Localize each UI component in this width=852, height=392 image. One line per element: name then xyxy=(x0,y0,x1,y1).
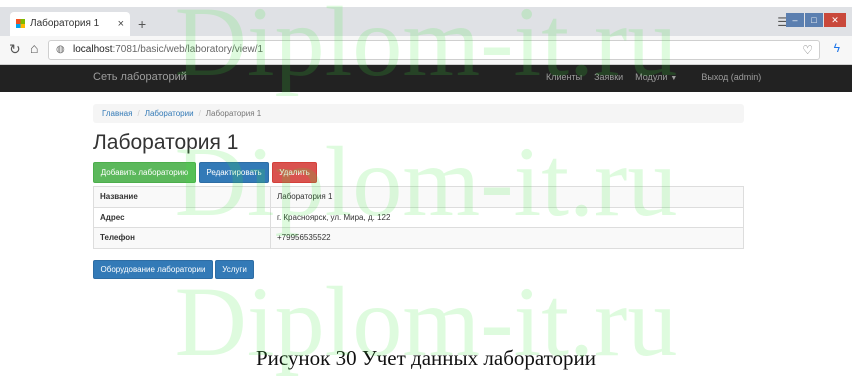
navbar-menu: Клиенты Заявки Модули ▼ Выход (admin) xyxy=(546,72,773,82)
browser-tab-bar: Лаборатория 1 × + ☰ – □ ✕ xyxy=(0,7,852,36)
breadcrumb-separator: / xyxy=(198,109,201,118)
figure-caption: Рисунок 30 Учет данных лаборатории xyxy=(255,346,597,370)
home-icon[interactable]: ⌂ xyxy=(30,40,38,56)
nav-item-clients[interactable]: Клиенты xyxy=(546,72,582,82)
favicon-icon xyxy=(16,19,25,28)
breadcrumb-current: Лаборатория 1 xyxy=(205,109,262,118)
url-input[interactable]: ◍ localhost:7081/basic/web/laboratory/vi… xyxy=(48,40,820,60)
window-close-icon[interactable]: ✕ xyxy=(824,13,846,27)
bookmark-heart-icon[interactable]: ♡ xyxy=(802,41,813,59)
tab-title: Лаборатория 1 xyxy=(30,18,100,29)
nav-item-logout[interactable]: Выход (admin) xyxy=(701,72,761,82)
extension-icon[interactable]: ϟ xyxy=(834,41,840,55)
add-laboratory-button[interactable]: Добавить лабораторию xyxy=(93,162,196,183)
table-row: Телефон +79956535522 xyxy=(93,227,744,249)
breadcrumb: Главная / Лаборатории / Лаборатория 1 xyxy=(93,104,744,123)
table-row: Название Лаборатория 1 xyxy=(93,186,744,208)
detail-label: Название xyxy=(93,186,271,208)
new-tab-icon[interactable]: + xyxy=(138,17,146,31)
page-title: Лаборатория 1 xyxy=(93,131,239,154)
globe-icon: ◍ xyxy=(56,44,65,55)
app-navbar: Сеть лабораторий Клиенты Заявки Модули ▼ … xyxy=(0,65,852,92)
caret-down-icon: ▼ xyxy=(670,75,678,82)
detail-value: Лаборатория 1 xyxy=(270,186,744,208)
maximize-icon[interactable]: □ xyxy=(805,13,823,27)
browser-address-bar: ↻ ⌂ ◍ localhost:7081/basic/web/laborator… xyxy=(0,36,852,65)
detail-value: +79956535522 xyxy=(270,227,744,249)
detail-value: г. Красноярск, ул. Мира, д. 122 xyxy=(270,206,744,228)
navbar-brand[interactable]: Сеть лабораторий xyxy=(93,71,187,83)
minimize-icon[interactable]: – xyxy=(786,13,804,27)
browser-tab[interactable]: Лаборатория 1 × xyxy=(10,12,130,36)
breadcrumb-home[interactable]: Главная xyxy=(102,109,132,118)
tab-close-icon[interactable]: × xyxy=(118,12,124,36)
nav-item-modules-label: Модули xyxy=(635,72,668,82)
equipment-button[interactable]: Оборудование лаборатории xyxy=(93,260,213,279)
services-button[interactable]: Услуги xyxy=(215,260,254,279)
breadcrumb-laboratories[interactable]: Лаборатории xyxy=(145,109,194,118)
url-host: localhost xyxy=(73,44,113,55)
url-path: :7081/basic/web/laboratory/view/1 xyxy=(112,44,264,55)
reload-icon[interactable]: ↻ xyxy=(9,41,21,58)
breadcrumb-separator: / xyxy=(137,109,140,118)
table-row: Адрес г. Красноярск, ул. Мира, д. 122 xyxy=(93,206,744,228)
detail-label: Телефон xyxy=(93,227,271,249)
nav-item-requests[interactable]: Заявки xyxy=(594,72,623,82)
nav-item-modules[interactable]: Модули ▼ xyxy=(635,72,689,82)
detail-table: Название Лаборатория 1 Адрес г. Краснояр… xyxy=(93,186,744,249)
edit-button[interactable]: Редактировать xyxy=(199,162,269,183)
window-controls: – □ ✕ xyxy=(786,13,846,27)
detail-label: Адрес xyxy=(93,206,271,228)
delete-button[interactable]: Удалить xyxy=(272,162,317,183)
cropped-top-text xyxy=(0,0,852,7)
